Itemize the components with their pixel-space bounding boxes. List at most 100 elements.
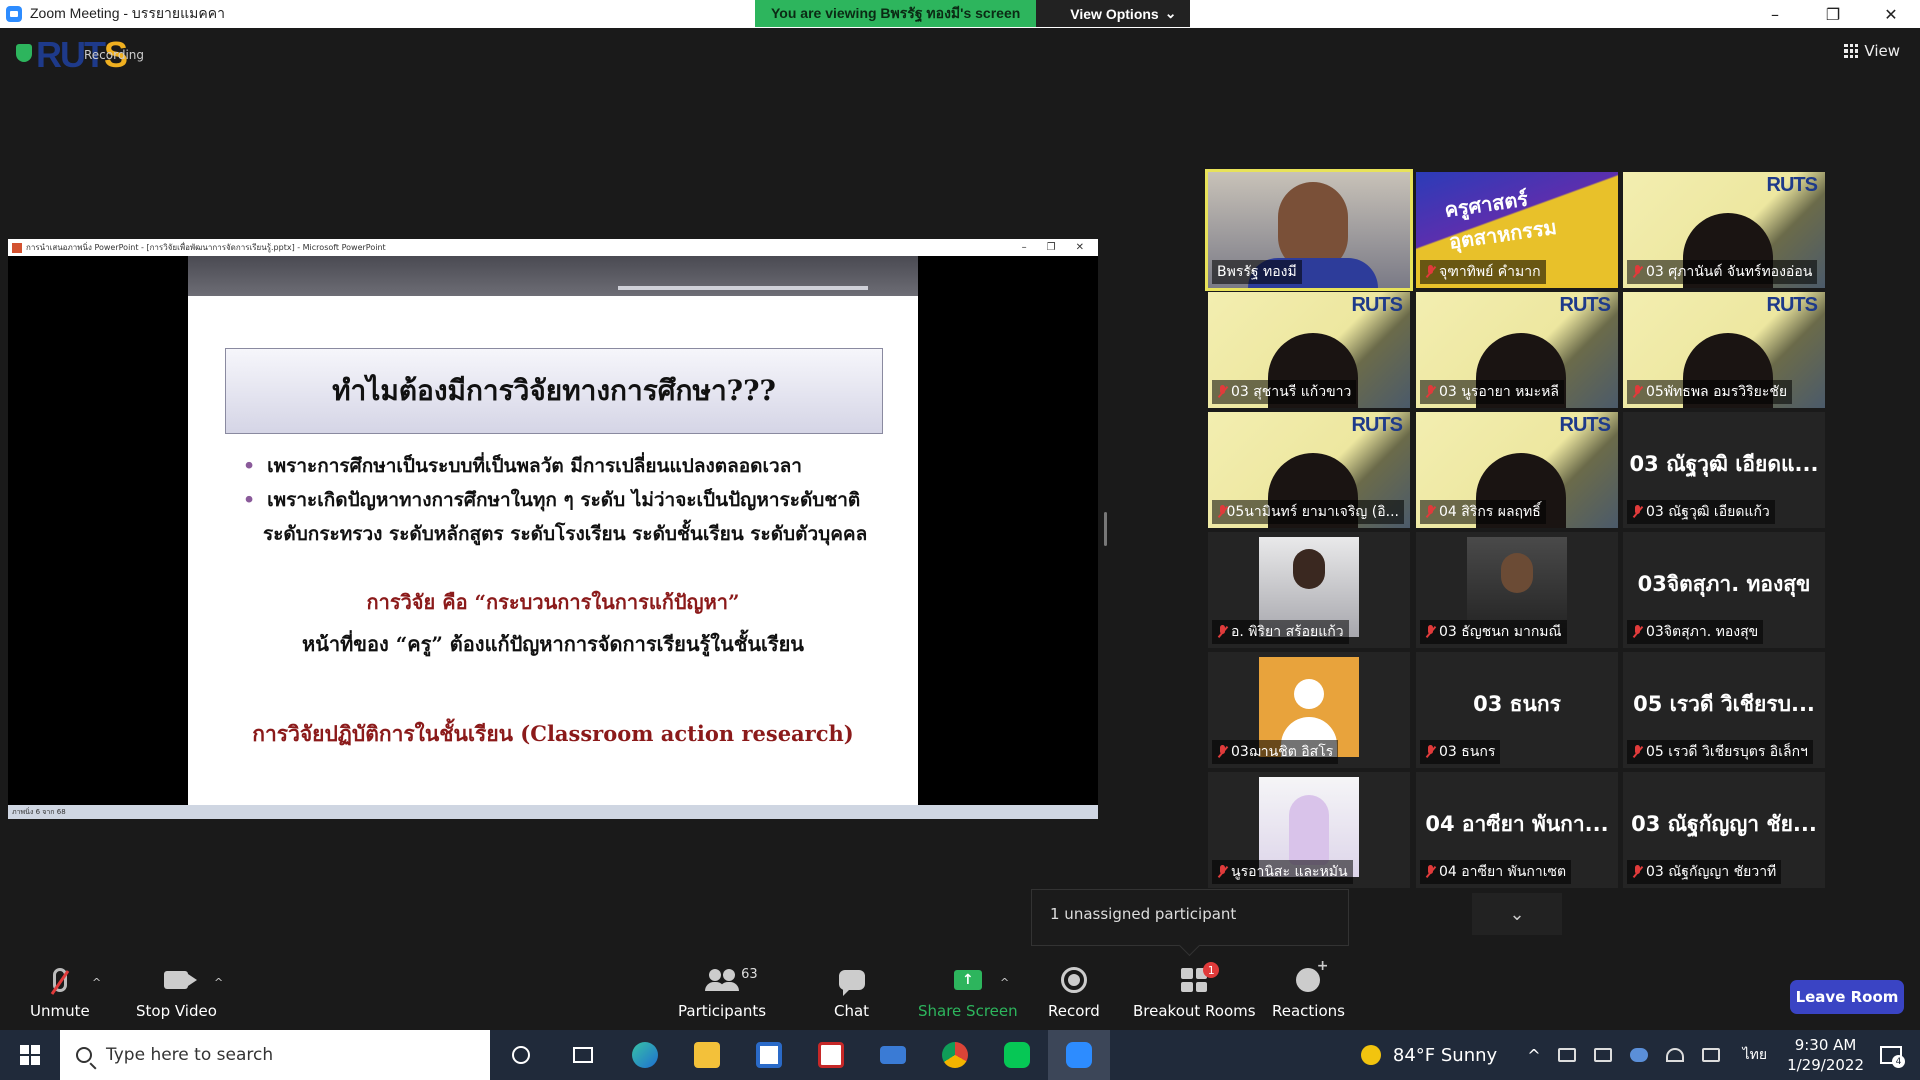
windows-start-icon[interactable] bbox=[0, 1030, 60, 1080]
unmute-button[interactable]: Unmute bbox=[30, 964, 90, 1020]
share-screen-button[interactable]: ↑ Share Screen bbox=[918, 964, 1018, 1020]
participant-tile[interactable]: 03 ณัฐกัญญา ชัย... 03 ณัฐกัญญา ชัยวาที bbox=[1623, 772, 1825, 888]
gallery-scroll-down-button[interactable]: ⌄ bbox=[1472, 893, 1562, 935]
close-button[interactable]: ✕ bbox=[1862, 0, 1920, 28]
file-explorer-icon[interactable] bbox=[676, 1030, 738, 1080]
participant-name-label: 05 เรวดี วิเชียรบุตร อิเล็กฯ bbox=[1627, 740, 1813, 764]
unassigned-participant-toast[interactable]: 1 unassigned participant bbox=[1031, 889, 1349, 946]
weather-text[interactable]: 84°F Sunny bbox=[1393, 1045, 1497, 1066]
participant-name-label: นูรอานิสะ และหมัน bbox=[1212, 860, 1353, 884]
participant-name-label: Bพรรัฐ ทองมี bbox=[1212, 260, 1302, 284]
meeting-top-bar: RUTS Recording View bbox=[0, 34, 1920, 75]
maximize-button[interactable]: ❐ bbox=[1804, 0, 1862, 28]
split-resize-handle[interactable] bbox=[1104, 512, 1107, 546]
muted-mic-icon bbox=[1425, 385, 1435, 399]
system-tray: 84°F Sunny ^ ไทย 9:30 AM 1/29/2022 4 bbox=[1360, 1030, 1920, 1080]
muted-mic-icon bbox=[1217, 505, 1226, 519]
meet-now-icon[interactable] bbox=[1557, 1048, 1576, 1062]
participant-display-name: 03จิตสุภา. ทองสุข bbox=[1637, 572, 1811, 596]
participant-tile[interactable]: 03 นูรอายา หมะหลี bbox=[1416, 292, 1618, 408]
record-icon bbox=[1060, 967, 1087, 993]
participant-tile[interactable]: 04 อาซียา พันกา... 04 อาซียา พันกาเซต bbox=[1416, 772, 1618, 888]
participant-tile[interactable]: 05พัทธพล อมรวิริยะชัย bbox=[1623, 292, 1825, 408]
reactions-button[interactable]: Reactions bbox=[1272, 958, 1345, 1020]
volume-icon[interactable] bbox=[1701, 1048, 1720, 1062]
recording-indicator[interactable]: Recording bbox=[84, 48, 144, 62]
video-camera-icon bbox=[164, 971, 198, 989]
participant-tile[interactable]: 03 ศุภานันต์ จันทร์ทองอ่อน bbox=[1623, 172, 1825, 288]
participant-tile[interactable]: 05 เรวดี วิเชียรบ... 05 เรวดี วิเชียรบุตร… bbox=[1623, 652, 1825, 768]
participant-tile[interactable]: 05นามินทร์ ยามาเจริญ (อิ... bbox=[1208, 412, 1410, 528]
viewing-screen-label: You are viewing Bพรรัฐ ทองมี's screen bbox=[755, 0, 1037, 27]
participant-name-label: 03 นูรอายา หมะหลี bbox=[1420, 380, 1564, 404]
record-label: Record bbox=[1048, 1002, 1100, 1020]
leave-room-button[interactable]: Leave Room bbox=[1790, 980, 1904, 1014]
muted-mic-icon bbox=[1217, 865, 1227, 879]
wifi-icon[interactable] bbox=[1665, 1048, 1684, 1062]
participant-name-label: 04 สิริกร ผลฤทธิ์ bbox=[1420, 500, 1546, 524]
stop-video-button[interactable]: Stop Video bbox=[136, 964, 217, 1020]
minimize-button[interactable]: – bbox=[1746, 0, 1804, 28]
participant-tile[interactable]: ครูศาสตร์ อุตสาหกรรม จุฑาทิพย์ คำมาก bbox=[1416, 172, 1618, 288]
breakout-rooms-button[interactable]: 1 Breakout Rooms bbox=[1133, 962, 1256, 1020]
muted-mic-icon bbox=[1217, 745, 1227, 759]
participant-cover-text: ครูศาสตร์ อุตสาหกรรม bbox=[1442, 186, 1559, 254]
view-options-label: View Options bbox=[1070, 5, 1159, 22]
shield-icon[interactable] bbox=[16, 44, 32, 62]
participant-name-label: 05นามินทร์ ยามาเจริญ (อิ... bbox=[1212, 500, 1404, 524]
window-controls: – ❐ ✕ bbox=[1746, 0, 1920, 28]
participant-tile[interactable]: อ. พิริยา สร้อยแก้ว bbox=[1208, 532, 1410, 648]
taskbar-clock[interactable]: 9:30 AM 1/29/2022 bbox=[1787, 1035, 1864, 1075]
chevron-down-icon: ⌄ bbox=[1164, 5, 1177, 21]
chat-icon bbox=[838, 970, 865, 996]
participant-tile[interactable]: นูรอานิสะ และหมัน bbox=[1208, 772, 1410, 888]
participant-display-name: 03 ธนกร bbox=[1473, 692, 1561, 716]
view-button[interactable]: View bbox=[1844, 42, 1900, 60]
cortana-icon[interactable] bbox=[490, 1030, 552, 1080]
participant-tile[interactable]: 03 สุชานรี แก้วขาว bbox=[1208, 292, 1410, 408]
clock-time: 9:30 AM bbox=[1794, 1036, 1857, 1054]
taskbar-search-input[interactable]: Type here to search bbox=[60, 1030, 490, 1080]
share-options-caret[interactable]: ^ bbox=[1000, 976, 1009, 989]
chat-button[interactable]: Chat bbox=[834, 964, 869, 1020]
chevron-up-icon[interactable]: ^ bbox=[1527, 1046, 1540, 1065]
slide: ทำไมต้องมีการวิจัยทางการศึกษา??? • เพราะก… bbox=[188, 256, 918, 805]
notification-center-icon[interactable]: 4 bbox=[1880, 1046, 1905, 1068]
participant-tile[interactable]: 03 ธัญชนก มากมณี bbox=[1416, 532, 1618, 648]
participant-name-label: อ. พิริยา สร้อยแก้ว bbox=[1212, 620, 1349, 644]
participant-tile[interactable]: 03จิตสุภา. ทองสุข 03จิตสุภา. ทองสุข bbox=[1623, 532, 1825, 648]
video-options-caret[interactable]: ^ bbox=[214, 976, 223, 989]
participant-tile[interactable]: 03ฌานชิต อิสโร bbox=[1208, 652, 1410, 768]
participant-name-label: 04 อาซียา พันกาเซต bbox=[1420, 860, 1572, 884]
share-screen-label: Share Screen bbox=[918, 1002, 1018, 1020]
mail-icon[interactable] bbox=[862, 1030, 924, 1080]
participant-name-label: 03 ธัญชนก มากมณี bbox=[1420, 620, 1567, 644]
participant-display-name: 03 ณัฐวุฒิ เอียดแ... bbox=[1629, 452, 1819, 476]
view-options-button[interactable]: View Options ⌄ bbox=[1036, 0, 1191, 27]
slide-definition: การวิจัย คือ “กระบวนการในการแก้ปัญหา” bbox=[366, 590, 740, 614]
participant-tile[interactable]: 04 สิริกร ผลฤทธิ์ bbox=[1416, 412, 1618, 528]
line-icon[interactable] bbox=[986, 1030, 1048, 1080]
muted-mic-icon bbox=[1632, 505, 1642, 519]
shared-screen[interactable]: การนำเสนอภาพนิ่ง PowerPoint - [การวิจัยเ… bbox=[8, 239, 1098, 819]
participants-button[interactable]: 63 Participants bbox=[678, 964, 766, 1020]
record-button[interactable]: Record bbox=[1048, 964, 1100, 1020]
edge-icon[interactable] bbox=[614, 1030, 676, 1080]
participant-display-name: 03 ณัฐกัญญา ชัย... bbox=[1631, 812, 1817, 836]
acrobat-icon[interactable] bbox=[800, 1030, 862, 1080]
participant-tile[interactable]: Bพรรัฐ ทองมี bbox=[1205, 169, 1413, 291]
onedrive-icon[interactable] bbox=[1629, 1048, 1648, 1062]
input-language[interactable]: ไทย bbox=[1743, 1044, 1767, 1066]
zoom-taskbar-icon[interactable] bbox=[1048, 1030, 1110, 1080]
task-view-icon[interactable] bbox=[552, 1030, 614, 1080]
participant-tile[interactable]: 03 ณัฐวุฒิ เอียดแ... 03 ณัฐวุฒิ เอียดแก้ว bbox=[1623, 412, 1825, 528]
participant-name-label: 03 ธนกร bbox=[1420, 740, 1501, 764]
audio-options-caret[interactable]: ^ bbox=[92, 976, 101, 989]
chrome-icon[interactable] bbox=[924, 1030, 986, 1080]
participant-tile[interactable]: 03 ธนกร 03 ธนกร bbox=[1416, 652, 1618, 768]
store-icon[interactable] bbox=[738, 1030, 800, 1080]
zoom-app-icon bbox=[6, 6, 22, 22]
reactions-label: Reactions bbox=[1272, 1002, 1345, 1020]
muted-mic-icon bbox=[1632, 865, 1642, 879]
battery-icon[interactable] bbox=[1593, 1048, 1612, 1062]
